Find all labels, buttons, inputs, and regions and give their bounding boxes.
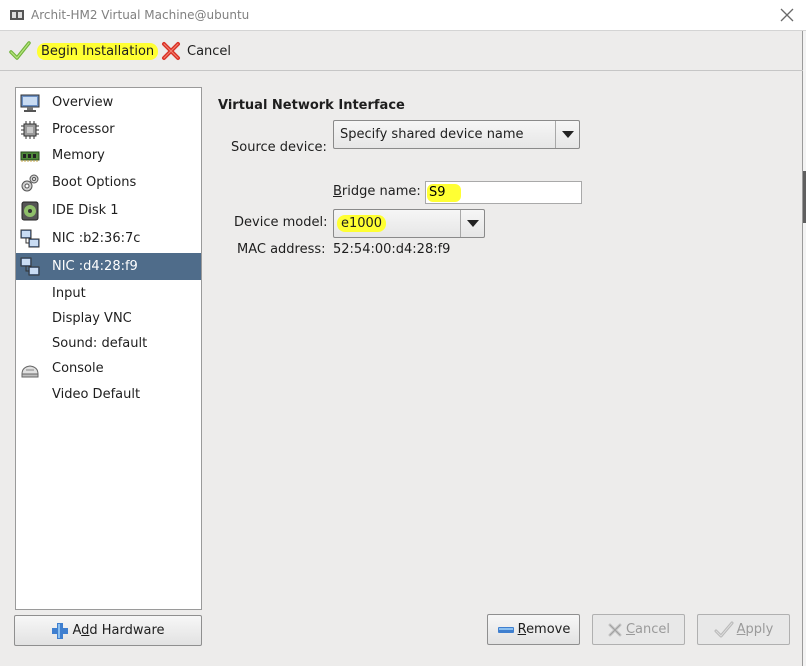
- sidebar-item-label: Input: [52, 286, 86, 301]
- sidebar-item-label: Display VNC: [52, 311, 132, 326]
- sidebar-item-overview[interactable]: Overview: [16, 89, 201, 116]
- mac-address-value: 52:54:00:d4:28:f9: [333, 242, 451, 257]
- sidebar-item-label: NIC :d4:28:f9: [52, 259, 138, 274]
- vm-details-window: Begin Installation Cancel Overview Proces…: [0, 31, 803, 666]
- sidebar-item-processor[interactable]: Processor: [16, 116, 201, 143]
- disabled-check-icon: [714, 621, 734, 637]
- network-icon: [20, 229, 40, 248]
- network-icon: [20, 257, 40, 276]
- cpu-chip-icon: [21, 121, 39, 139]
- memory-stick-icon: [20, 151, 40, 162]
- sidebar-item-label: Overview: [52, 95, 114, 110]
- gears-icon: [21, 174, 39, 192]
- begin-installation-button[interactable]: Begin Installation: [8, 38, 159, 64]
- cancel-label: Cancel: [625, 622, 671, 637]
- monitor-icon: [20, 94, 40, 112]
- sidebar-item-console[interactable]: Console: [16, 355, 201, 382]
- dropdown-arrow-icon: [562, 131, 574, 138]
- sidebar-item-nic-b2-36-7c[interactable]: NIC :b2:36:7c: [16, 225, 201, 252]
- cancel-install-button[interactable]: Cancel: [160, 38, 231, 64]
- remove-button[interactable]: Remove: [487, 614, 580, 645]
- bridge-name-label: Bridge name:: [333, 184, 421, 199]
- bridge-name-field[interactable]: [426, 182, 581, 203]
- disk-icon: [21, 201, 39, 221]
- mac-address-label: MAC address:: [237, 242, 326, 257]
- sidebar-item-display-vnc[interactable]: Display VNC: [16, 305, 201, 332]
- bridge-name-input[interactable]: [425, 181, 582, 204]
- disabled-x-icon: [608, 623, 622, 636]
- app-icon: [10, 10, 24, 20]
- dropdown-arrow-icon: [467, 220, 479, 227]
- apply-label: Apply: [736, 622, 774, 637]
- remove-label: Remove: [517, 622, 571, 637]
- add-hardware-label: Add Hardware: [72, 623, 165, 638]
- source-device-select[interactable]: Specify shared device name: [333, 120, 580, 149]
- sidebar-item-ide-disk-1[interactable]: IDE Disk 1: [16, 197, 201, 224]
- details-panel: Virtual Network Interface Source device:…: [218, 87, 793, 607]
- console-icon: [21, 365, 39, 378]
- sidebar-item-label: Video Default: [52, 387, 141, 402]
- checkmark-icon: [9, 41, 31, 60]
- sidebar-item-label: Boot Options: [52, 175, 137, 190]
- sidebar-item-video-default[interactable]: Video Default: [16, 381, 201, 408]
- title-bar: Archit-HM2 Virtual Machine@ubuntu: [0, 0, 806, 31]
- sidebar-item-label: Memory: [52, 148, 105, 163]
- minus-icon: [497, 626, 514, 633]
- sidebar-item-label: NIC :b2:36:7c: [52, 231, 141, 246]
- red-x-icon: [162, 42, 180, 60]
- device-model-label: Device model:: [234, 215, 328, 230]
- sidebar-item-label: Console: [52, 361, 104, 376]
- close-icon[interactable]: [778, 6, 796, 24]
- sidebar-item-boot-options[interactable]: Boot Options: [16, 169, 201, 196]
- sidebar-item-nic-d4-28-f9[interactable]: NIC :d4:28:f9: [16, 253, 201, 280]
- sidebar-item-label: Processor: [52, 122, 115, 137]
- sidebar-item-memory[interactable]: Memory: [16, 142, 201, 169]
- begin-installation-label: Begin Installation: [37, 42, 159, 60]
- section-title: Virtual Network Interface: [218, 98, 405, 113]
- source-device-label: Source device:: [231, 140, 327, 155]
- sidebar-item-label: IDE Disk 1: [52, 203, 119, 218]
- plus-icon: [52, 622, 69, 639]
- sidebar-item-label: Sound: default: [52, 336, 148, 351]
- source-device-value: Specify shared device name: [340, 127, 524, 142]
- window-title: Archit-HM2 Virtual Machine@ubuntu: [31, 8, 250, 22]
- cancel-button[interactable]: Cancel: [592, 614, 685, 645]
- sidebar-item-input[interactable]: Input: [16, 280, 201, 307]
- add-hardware-button[interactable]: Add Hardware: [14, 615, 202, 646]
- device-model-value: e1000: [337, 215, 387, 232]
- toolbar: Begin Installation Cancel: [0, 31, 803, 71]
- sidebar-item-sound-default[interactable]: Sound: default: [16, 330, 201, 357]
- hardware-list: Overview Processor Memory Boot Options IDE D…: [15, 87, 202, 610]
- cancel-install-label: Cancel: [187, 43, 232, 59]
- device-model-select[interactable]: e1000: [333, 209, 485, 238]
- apply-button[interactable]: Apply: [697, 614, 790, 645]
